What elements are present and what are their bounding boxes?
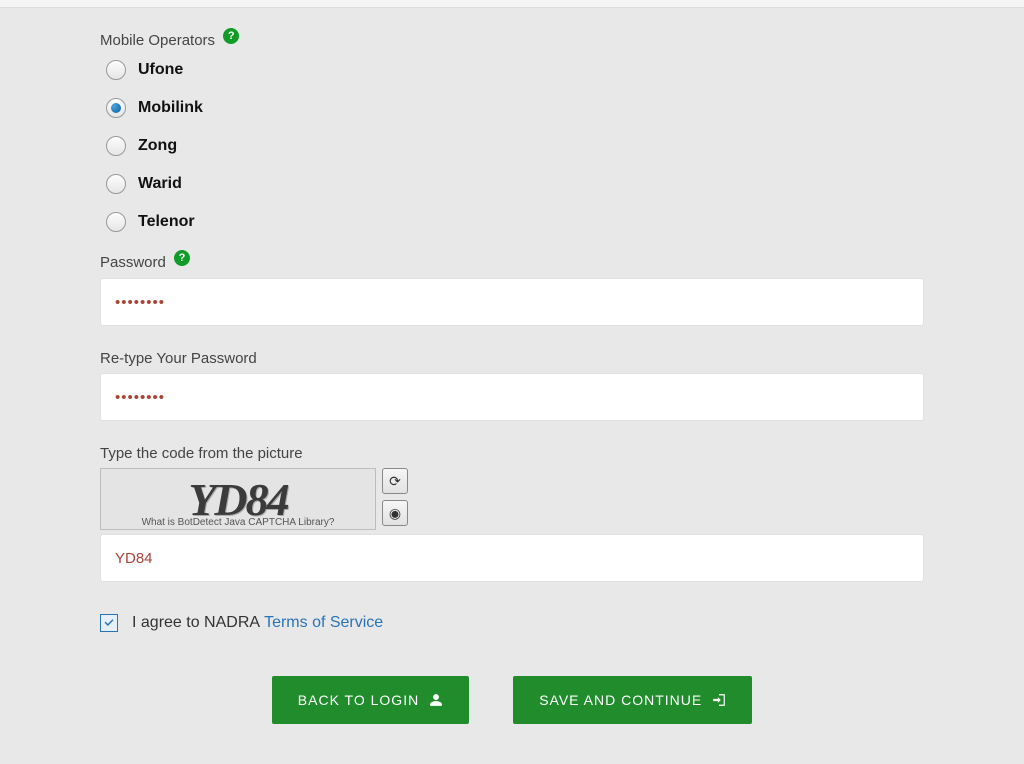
terms-row: I agree to NADRA Terms of Service	[100, 614, 924, 632]
radio-circle-icon	[106, 136, 126, 156]
captcha-footer-text: What is BotDetect Java CAPTCHA Library?	[101, 517, 375, 528]
signin-icon	[712, 693, 726, 707]
mobile-operators-label: Mobile Operators ?	[100, 32, 924, 50]
terms-prefix: I agree to NADRA	[132, 614, 260, 632]
radio-telenor[interactable]: Telenor	[106, 212, 924, 232]
back-to-login-button[interactable]: BACK TO LOGIN	[272, 676, 469, 724]
radio-label: Ufone	[138, 61, 183, 79]
captcha-row: YD84 What is BotDetect Java CAPTCHA Libr…	[100, 468, 924, 530]
radio-label: Mobilink	[138, 99, 203, 117]
save-continue-button[interactable]: SAVE AND CONTINUE	[513, 676, 752, 724]
radio-ufone[interactable]: Ufone	[106, 60, 924, 80]
password-label-text: Password	[100, 254, 166, 271]
page-topbar	[0, 0, 1024, 8]
mobile-operators-list: Ufone Mobilink Zong Warid Telenor	[106, 60, 924, 232]
captcha-image: YD84 What is BotDetect Java CAPTCHA Libr…	[100, 468, 376, 530]
back-button-label: BACK TO LOGIN	[298, 692, 419, 708]
captcha-buttons: ⟳ ◉	[382, 468, 408, 526]
retype-password-input[interactable]	[100, 373, 924, 421]
radio-mobilink[interactable]: Mobilink	[106, 98, 924, 118]
user-icon	[429, 693, 443, 707]
help-icon[interactable]: ?	[174, 250, 190, 266]
captcha-sound-button[interactable]: ◉	[382, 500, 408, 526]
terms-link[interactable]: Terms of Service	[264, 614, 383, 632]
save-button-label: SAVE AND CONTINUE	[539, 692, 702, 708]
help-icon[interactable]: ?	[223, 28, 239, 44]
radio-circle-icon	[106, 174, 126, 194]
password-label: Password ?	[100, 254, 924, 272]
form-container: Mobile Operators ? Ufone Mobilink Zong W…	[0, 8, 1024, 764]
radio-circle-icon	[106, 212, 126, 232]
radio-circle-icon	[106, 98, 126, 118]
captcha-label: Type the code from the picture	[100, 445, 924, 462]
sound-icon: ◉	[389, 505, 401, 522]
password-input[interactable]	[100, 278, 924, 326]
radio-warid[interactable]: Warid	[106, 174, 924, 194]
button-row: BACK TO LOGIN SAVE AND CONTINUE	[100, 676, 924, 724]
captcha-reload-button[interactable]: ⟳	[382, 468, 408, 494]
radio-label: Warid	[138, 175, 182, 193]
radio-label: Telenor	[138, 213, 195, 231]
captcha-input[interactable]	[100, 534, 924, 582]
radio-zong[interactable]: Zong	[106, 136, 924, 156]
radio-label: Zong	[138, 137, 177, 155]
radio-circle-icon	[106, 60, 126, 80]
retype-password-label: Re-type Your Password	[100, 350, 924, 367]
check-icon	[103, 617, 115, 629]
terms-checkbox[interactable]	[100, 614, 118, 632]
reload-icon: ⟳	[389, 473, 401, 490]
mobile-operators-text: Mobile Operators	[100, 32, 215, 49]
